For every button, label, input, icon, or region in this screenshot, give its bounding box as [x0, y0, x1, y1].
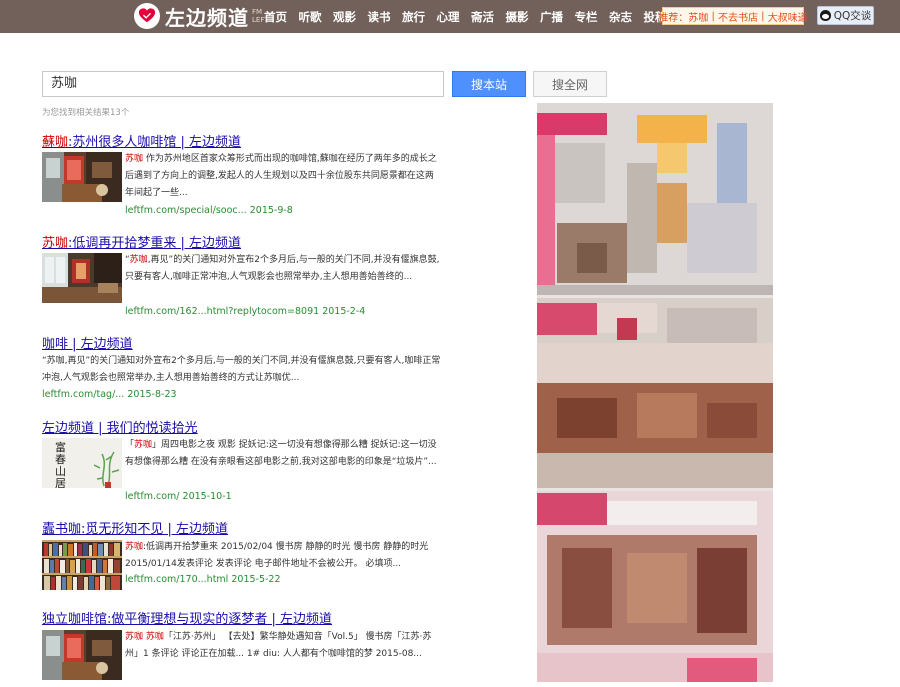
result-snippet: “苏咖,再见”的关门通知对外宣布2个多月后,与一般的关门不同,并没有偃旗息鼓,只… [42, 356, 441, 383]
qq-chat-label: QQ交谈 [833, 10, 872, 22]
result-title[interactable]: 独立咖啡馆:做平衡理想与现实的逐梦者 | 左边频道 [42, 608, 442, 627]
top-bar: 左边频道 FM LEFT 首页 听歌 观影 读书 旅行 心理 斋活 摄影 广播 … [0, 0, 900, 33]
recommend-link-suka[interactable]: 苏咖 [688, 9, 708, 24]
nav-radio[interactable]: 广播 [540, 9, 563, 25]
result-item: 咖啡 | 左边频道 “苏咖,再见”的关门通知对外宣布2个多月后,与一般的关门不同… [42, 333, 442, 408]
poster-calligraphy: 富春山居 [55, 441, 66, 489]
nav-psychology[interactable]: 心理 [437, 9, 460, 25]
result-url: leftfm.com/162...html?replytocom=8091 20… [125, 306, 366, 317]
recommend-link-uncle[interactable]: 大叔味道 [768, 9, 808, 24]
result-snippet: 苏咖 作为苏州地区首家众筹形式而出现的咖啡馆,蘇咖在经历了两年多的成长之后遇到了… [125, 154, 437, 198]
result-count: 为您找到相关结果13个 [42, 108, 130, 118]
nav-travel[interactable]: 旅行 [402, 9, 425, 25]
qq-chat-button[interactable]: QQ交谈 [817, 6, 874, 25]
bookshelf-thumbnail-icon[interactable] [42, 540, 122, 590]
nav-movies[interactable]: 观影 [333, 9, 356, 25]
result-title[interactable]: 蘇咖:苏州很多人咖啡馆 | 左边频道 [42, 131, 442, 150]
nav-magazine[interactable]: 杂志 [609, 9, 632, 25]
search-site-button[interactable]: 搜本站 [452, 71, 526, 97]
result-snippet: 「苏咖」周四电影之夜 观影 捉妖记:这一切没有想像得那么糟 捉妖记:这一切没有想… [125, 440, 437, 467]
qq-penguin-icon [819, 10, 831, 21]
fushan-poster-thumbnail-icon[interactable]: 富春山居 [42, 438, 122, 488]
result-title[interactable]: 蠹书咖:觅无形知不见 | 左边频道 [42, 518, 442, 537]
recommend-link-bookstore[interactable]: 不去书店 [718, 9, 758, 24]
advertisement-pixelated-image-icon [537, 103, 773, 682]
logo-text: 左边频道 [165, 5, 249, 30]
result-snippet: 苏咖:低调再开拾梦重来 2015/02/04 慢书房 静静的时光 慢书房 静静的… [125, 542, 429, 569]
result-title[interactable]: 苏咖:低调再开拾梦重来 | 左边频道 [42, 232, 442, 251]
result-item: 苏咖:低调再开拾梦重来 | 左边频道 “苏咖,再见”的关门通知对外宣布2个多月后… [42, 232, 442, 324]
search-input[interactable]: 苏咖 [42, 71, 444, 97]
result-title[interactable]: 咖啡 | 左边频道 [42, 333, 442, 352]
recommend-label: 推荐： [658, 12, 689, 24]
cafe-interior-thumbnail-icon[interactable] [42, 630, 122, 680]
result-item: 蠹书咖:觅无形知不见 | 左边频道 苏咖:低调再开拾梦重来 2015/02/04… [42, 518, 442, 598]
result-item: 左边频道 | 我们的悦读拾光 富春山居 「苏咖」周四电影之夜 观影 捉妖记:这一… [42, 417, 442, 509]
nav-photography[interactable]: 摄影 [506, 9, 529, 25]
cafe-window-thumbnail-icon[interactable] [42, 253, 122, 303]
heart-logo-icon [134, 3, 160, 29]
result-item: 蘇咖:苏州很多人咖啡馆 | 左边频道 苏咖 作为苏州地区首家众筹形式而出现的咖啡… [42, 131, 442, 221]
result-url: leftfm.com/special/sooc... 2015-9-8 [125, 205, 293, 216]
result-item: 独立咖啡馆:做平衡理想与现实的逐梦者 | 左边频道 苏咖 苏咖「江苏·苏州」 【… [42, 608, 442, 687]
cafe-interior-thumbnail-icon[interactable] [42, 152, 122, 202]
site-logo[interactable]: 左边频道 FM LEFT [134, 2, 269, 30]
nav-music[interactable]: 听歌 [299, 9, 322, 25]
sidebar-advertisement[interactable] [537, 103, 773, 682]
nav-column[interactable]: 专栏 [575, 9, 598, 25]
nav-life[interactable]: 斋活 [471, 9, 494, 25]
logo-subtext: FM LEFT [252, 8, 269, 24]
main-nav: 首页 听歌 观影 读书 旅行 心理 斋活 摄影 广播 专栏 杂志 投稿 [264, 0, 678, 33]
recommend-box: 推荐： 苏咖 | 不去书店 | 大叔味道 [658, 7, 808, 25]
nav-home[interactable]: 首页 [264, 9, 287, 25]
result-title[interactable]: 左边频道 | 我们的悦读拾光 [42, 417, 442, 436]
result-url: leftfm.com/ 2015-10-1 [125, 491, 232, 502]
result-snippet: “苏咖,再见”的关门通知对外宣布2个多月后,与一般的关门不同,并没有偃旗息鼓,只… [125, 255, 440, 282]
result-snippet: 苏咖 苏咖「江苏·苏州」 【去处】繁华静处遇知音「Vol.5」 慢书房「江苏·苏… [125, 632, 432, 659]
result-url: leftfm.com/tag/... 2015-8-23 [42, 389, 177, 400]
search-web-button[interactable]: 搜全网 [533, 71, 607, 97]
nav-books[interactable]: 读书 [368, 9, 391, 25]
result-url: leftfm.com/170...html 2015-5-22 [125, 574, 281, 585]
